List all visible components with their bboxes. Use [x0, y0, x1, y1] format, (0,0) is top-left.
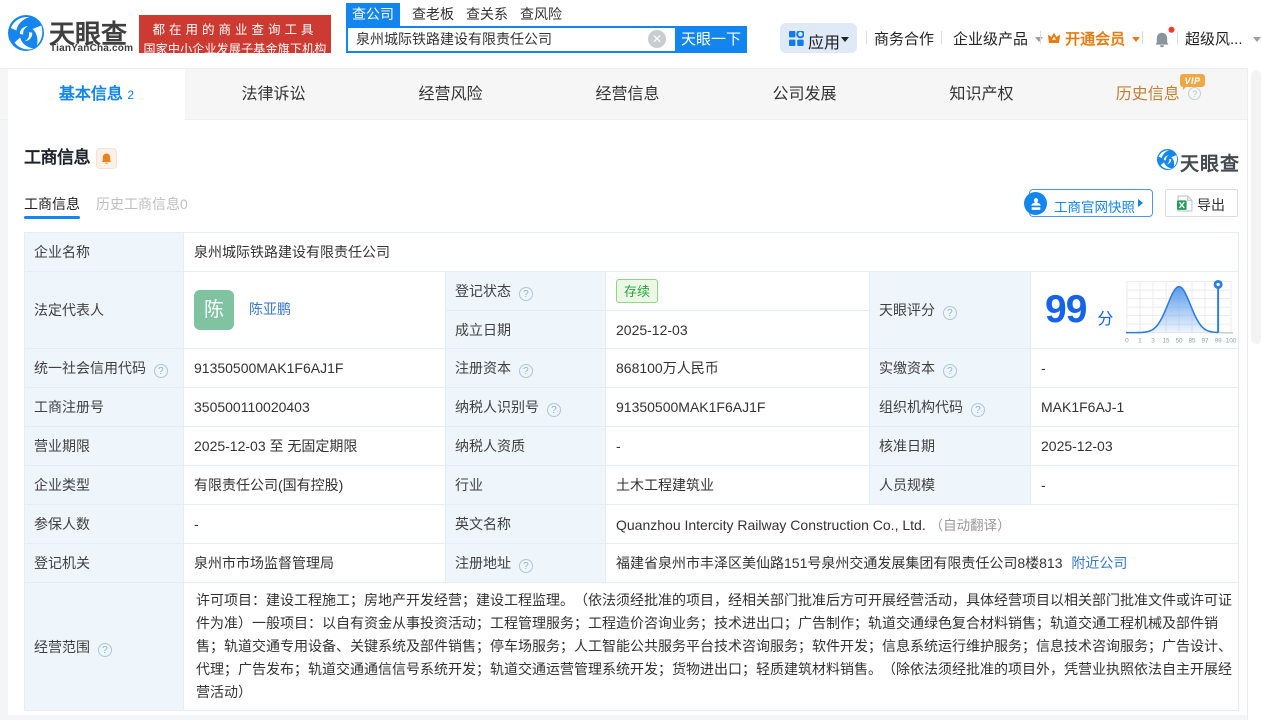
svg-text:0: 0 — [1126, 337, 1130, 344]
svg-text:100: 100 — [1226, 337, 1236, 344]
svg-text:97: 97 — [1202, 337, 1210, 344]
svg-text:99: 99 — [1215, 337, 1223, 344]
svg-text:1: 1 — [1139, 337, 1143, 344]
svg-text:3: 3 — [1152, 337, 1156, 344]
svg-text:15: 15 — [1163, 337, 1171, 344]
svg-text:85: 85 — [1189, 337, 1197, 344]
svg-text:50: 50 — [1176, 337, 1184, 344]
